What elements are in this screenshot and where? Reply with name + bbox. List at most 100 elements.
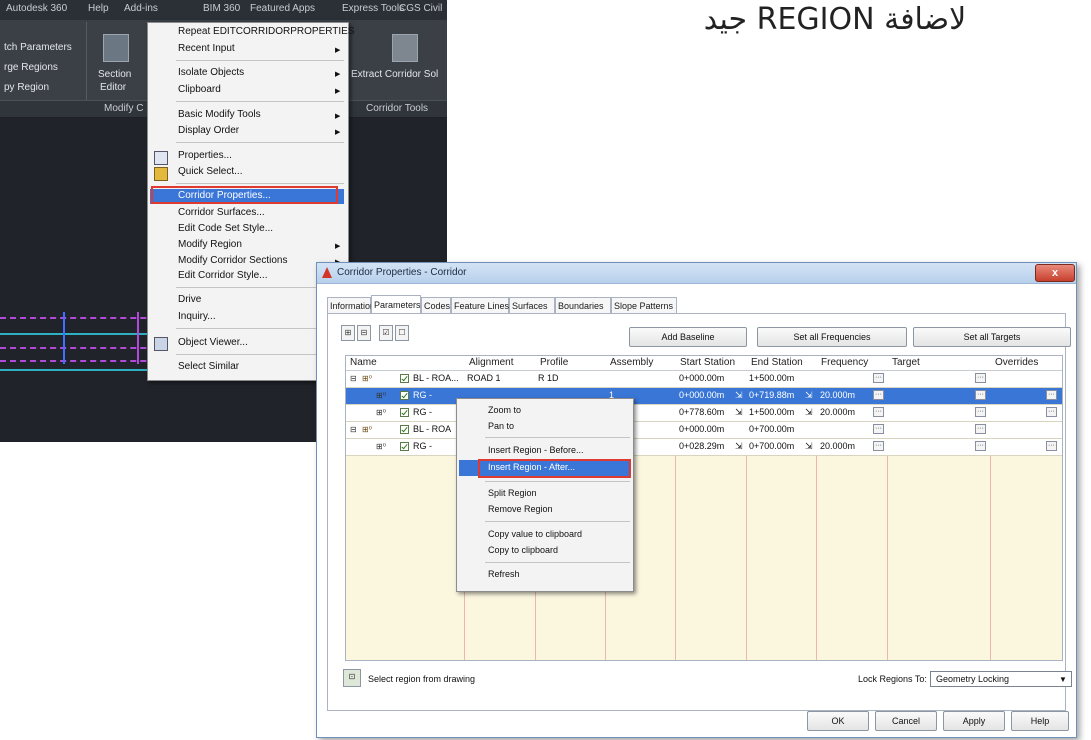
tab-information[interactable]: Information [327, 297, 375, 313]
pick-station-icon[interactable]: ⇲ [805, 441, 813, 452]
tab-boundaries[interactable]: Boundaries [555, 297, 611, 313]
menu-item-quick-select[interactable]: Quick Select... [178, 166, 242, 177]
menu-item-object-viewer[interactable]: Object Viewer... [178, 337, 248, 348]
cell-end-station[interactable]: 1+500.00m [749, 373, 794, 383]
tab-add-ins[interactable]: Add-ins [124, 3, 158, 14]
lock-regions-select[interactable]: Geometry Locking ▼ [930, 671, 1072, 687]
pick-station-icon[interactable]: ⇲ [805, 390, 813, 401]
ellipsis-button[interactable]: ··· [975, 407, 986, 417]
collapse-icon[interactable]: ⊟ [350, 374, 357, 383]
menu-item-properties[interactable]: Properties... [178, 150, 232, 161]
pick-station-icon[interactable]: ⇲ [735, 390, 743, 401]
tab-help[interactable]: Help [88, 3, 109, 14]
table-row[interactable]: ⊞⁰ RG - 1 0+000.00m ⇲ 0+719.88m ⇲ 20.000… [346, 388, 1062, 405]
menu-item-split-region[interactable]: Split Region [488, 488, 537, 498]
menu-item-pan-to[interactable]: Pan to [488, 421, 514, 431]
cell-frequency[interactable]: 20.000m [820, 407, 855, 417]
pick-station-icon[interactable]: ⇲ [805, 407, 813, 418]
cell-end-station[interactable]: 1+500.00m [749, 407, 794, 417]
menu-item-recent-input[interactable]: Recent Input [178, 43, 235, 54]
set-all-frequencies-button[interactable]: Set all Frequencies [757, 327, 907, 347]
menu-item-copy-to-clipboard[interactable]: Copy to clipboard [488, 545, 558, 555]
table-row[interactable]: ⊞⁰ RG - 0+028.29m ⇲ 0+700.00m ⇲ 20.000m … [346, 439, 1062, 456]
tab-autodesk-360[interactable]: Autodesk 360 [6, 3, 67, 14]
cell-start-station[interactable]: 0+028.29m [679, 441, 724, 451]
ellipsis-button[interactable]: ··· [873, 373, 884, 383]
tab-bim-360[interactable]: BIM 360 [203, 3, 240, 14]
cell-name[interactable]: RG - [413, 407, 432, 417]
ellipsis-button[interactable]: ··· [975, 390, 986, 400]
menu-item-insert-region-before[interactable]: Insert Region - Before... [488, 445, 584, 455]
cell-start-station[interactable]: 0+000.00m [679, 390, 724, 400]
ellipsis-button[interactable]: ··· [975, 373, 986, 383]
ribbon-item-merge-regions[interactable]: rge Regions [4, 62, 58, 73]
ellipsis-button[interactable]: ··· [1046, 390, 1057, 400]
menu-item-edit-code-set-style[interactable]: Edit Code Set Style... [178, 223, 273, 234]
cancel-button[interactable]: Cancel [875, 711, 937, 731]
menu-item-clipboard[interactable]: Clipboard [178, 84, 221, 95]
extract-corridor-icon[interactable] [392, 34, 418, 62]
cell-frequency[interactable]: 20.000m [820, 441, 855, 451]
uncheck-all-icon[interactable]: ☐ [395, 325, 409, 341]
row-checkbox[interactable] [400, 442, 409, 451]
cell-start-station[interactable]: 0+000.00m [679, 373, 724, 383]
add-baseline-button[interactable]: Add Baseline [629, 327, 747, 347]
menu-item-modify-region[interactable]: Modify Region [178, 239, 242, 250]
check-all-icon[interactable]: ☑ [379, 325, 393, 341]
column-header-start-station[interactable]: Start Station [680, 357, 735, 368]
cell-start-station[interactable]: 0+000.00m [679, 424, 724, 434]
tab-featured-apps[interactable]: Featured Apps [250, 3, 315, 14]
cell-name[interactable]: BL - ROA... [413, 373, 459, 383]
expand-all-icon[interactable]: ⊞ [341, 325, 355, 341]
column-header-frequency[interactable]: Frequency [821, 357, 868, 368]
extract-corridor-label[interactable]: Extract Corridor Sol [351, 69, 438, 80]
column-header-target[interactable]: Target [892, 357, 920, 368]
column-header-profile[interactable]: Profile [540, 357, 568, 368]
cell-end-station[interactable]: 0+700.00m [749, 441, 794, 451]
menu-item-zoom-to[interactable]: Zoom to [488, 405, 521, 415]
menu-item-refresh[interactable]: Refresh [488, 569, 520, 579]
table-row[interactable]: ⊟ ⊞⁰ BL - ROA 0+000.00m 0+700.00m ··· ··… [346, 422, 1062, 439]
ellipsis-button[interactable]: ··· [975, 424, 986, 434]
ellipsis-button[interactable]: ··· [873, 407, 884, 417]
cell-profile[interactable]: R 1D [538, 373, 559, 383]
apply-button[interactable]: Apply [943, 711, 1005, 731]
table-row[interactable]: ⊞⁰ RG - 0+778.60m ⇲ 1+500.00m ⇲ 20.000m … [346, 405, 1062, 422]
collapse-all-icon[interactable]: ⊟ [357, 325, 371, 341]
menu-item-display-order[interactable]: Display Order [178, 125, 239, 136]
ribbon-item-copy-region[interactable]: py Region [4, 82, 49, 93]
help-button[interactable]: Help [1011, 711, 1069, 731]
menu-item-basic-modify-tools[interactable]: Basic Modify Tools [178, 109, 261, 120]
row-checkbox[interactable] [400, 374, 409, 383]
tab-cgs-civil[interactable]: CGS Civil [399, 3, 442, 14]
menu-item-isolate-objects[interactable]: Isolate Objects [178, 67, 244, 78]
section-editor-label-2[interactable]: Editor [100, 82, 126, 93]
menu-item-inquiry[interactable]: Inquiry... [178, 311, 216, 322]
dialog-title-bar[interactable]: Corridor Properties - Corridor x [317, 263, 1076, 284]
ellipsis-button[interactable]: ··· [1046, 407, 1057, 417]
pick-station-icon[interactable]: ⇲ [735, 407, 743, 418]
tab-surfaces[interactable]: Surfaces [509, 297, 555, 313]
column-header-alignment[interactable]: Alignment [469, 357, 513, 368]
cell-name[interactable]: BL - ROA [413, 424, 451, 434]
cell-end-station[interactable]: 0+719.88m [749, 390, 794, 400]
table-row[interactable]: ⊟ ⊞⁰ BL - ROA... ROAD 1 R 1D 0+000.00m 1… [346, 371, 1062, 388]
menu-item-copy-value[interactable]: Copy value to clipboard [488, 529, 582, 539]
pick-station-icon[interactable]: ⇲ [735, 441, 743, 452]
column-header-assembly[interactable]: Assembly [610, 357, 653, 368]
menu-item-remove-region[interactable]: Remove Region [488, 504, 553, 514]
ok-button[interactable]: OK [807, 711, 869, 731]
ellipsis-button[interactable]: ··· [873, 390, 884, 400]
column-header-name[interactable]: Name [350, 357, 377, 368]
column-header-end-station[interactable]: End Station [751, 357, 803, 368]
tab-express-tools[interactable]: Express Tools [342, 3, 404, 14]
cell-name[interactable]: RG - [413, 441, 432, 451]
cell-frequency[interactable]: 20.000m [820, 390, 855, 400]
row-checkbox[interactable] [400, 408, 409, 417]
tab-feature-lines[interactable]: Feature Lines [451, 297, 509, 313]
section-editor-icon[interactable] [103, 34, 129, 62]
row-checkbox[interactable] [400, 425, 409, 434]
cell-alignment[interactable]: ROAD 1 [467, 373, 501, 383]
menu-item-corridor-surfaces[interactable]: Corridor Surfaces... [178, 207, 265, 218]
menu-item-repeat[interactable]: Repeat EDITCORRIDORPROPERTIES [178, 26, 355, 37]
